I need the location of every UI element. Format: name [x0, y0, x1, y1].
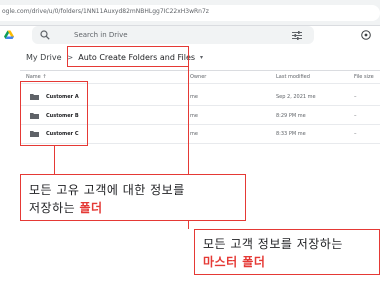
address-url[interactable]: ogle.com/drive/u/0/folders/1NN11Auxyd82m…: [2, 8, 209, 15]
page: ogle.com/drive/u/0/folders/1NN11Auxyd82m…: [0, 0, 380, 290]
callout-1-line-2: 저장하는 폴더: [29, 199, 103, 216]
folder-menu-dropdown[interactable]: ▾: [200, 54, 203, 61]
browser-url-bar: ogle.com/drive/u/0/folders/1NN11Auxyd82m…: [0, 0, 380, 26]
callout-master-folder: 모든 고객 정보를 저장하는 마스터 폴더: [194, 229, 380, 275]
callout-customer-folders: 모든 고유 고객에 대한 정보를 저장하는 폴더: [20, 174, 246, 221]
master-folder-highlight-box: [67, 46, 189, 67]
callout-2-line-1: 모든 고객 정보를 저장하는: [203, 237, 343, 251]
breadcrumb-my-drive[interactable]: My Drive: [26, 53, 62, 62]
search-options-icon[interactable]: [292, 31, 302, 40]
callout-1-line-2-prefix: 저장하는: [29, 201, 80, 215]
row-owner: me: [190, 94, 198, 100]
row-size: –: [354, 131, 357, 137]
drive-logo-icon[interactable]: [4, 30, 14, 40]
connector-line-customer-folders: [54, 146, 55, 174]
row-modified: 8:33 PM me: [276, 131, 306, 137]
callout-2-line-2: 마스터 폴더: [203, 255, 266, 269]
row-owner: me: [190, 113, 198, 119]
customer-folders-highlight-box: [20, 81, 88, 146]
row-size: –: [354, 94, 357, 100]
search-icon[interactable]: [40, 30, 50, 40]
help-icon[interactable]: [361, 30, 371, 40]
column-header-name[interactable]: Name ↑: [26, 74, 47, 80]
search-bar[interactable]: Search in Drive: [32, 26, 314, 44]
callout-1-line-1: 모든 고유 고객에 대한 정보를: [29, 183, 185, 197]
header-divider: [20, 70, 380, 71]
row-size: –: [354, 113, 357, 119]
row-owner: me: [190, 131, 198, 137]
column-header-last-modified[interactable]: Last modified: [276, 74, 310, 80]
row-modified: Sep 2, 2021 me: [276, 94, 316, 100]
callout-1-highlight: 폴더: [79, 201, 103, 215]
column-header-file-size: File size: [354, 74, 374, 80]
column-header-owner: Owner: [190, 74, 207, 80]
search-input[interactable]: Search in Drive: [74, 31, 128, 39]
row-modified: 8:29 PM me: [276, 113, 306, 119]
